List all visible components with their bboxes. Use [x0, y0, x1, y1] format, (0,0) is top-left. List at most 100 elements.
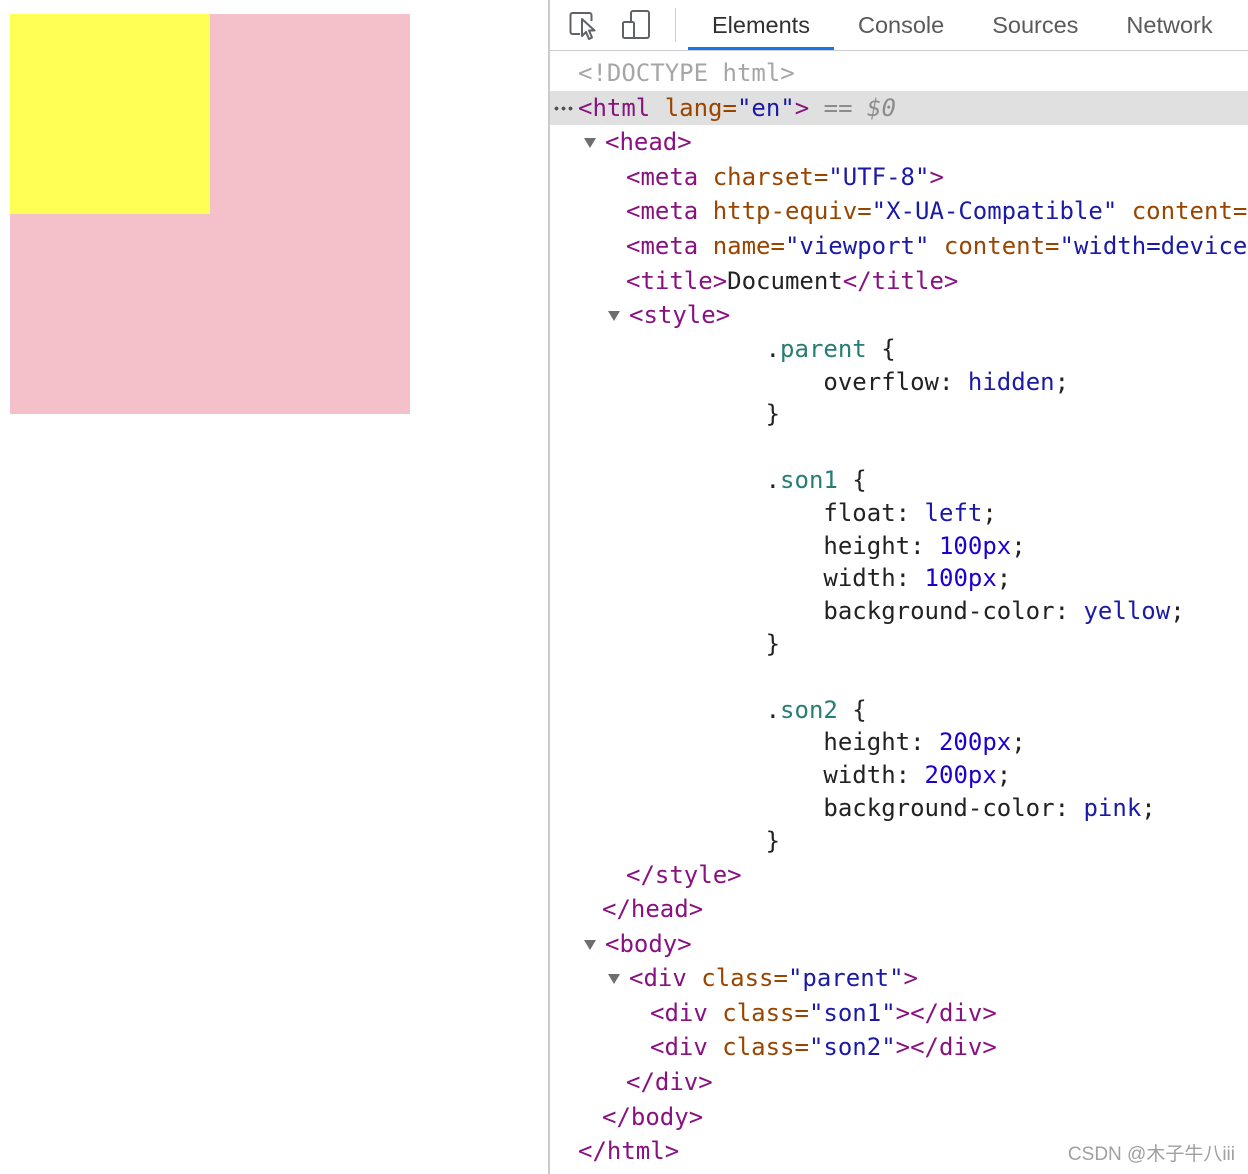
- tag-token: <meta: [626, 162, 699, 191]
- attribute-name-token: class=: [686, 964, 788, 993]
- css-text-token: {: [837, 695, 867, 724]
- dom-node-row[interactable]: <div class="parent">: [550, 961, 1248, 996]
- css-text-token: width:: [823, 761, 925, 790]
- style-text-line[interactable]: float: left;: [550, 497, 1248, 530]
- style-text-line[interactable]: }: [550, 825, 1248, 858]
- style-text-line[interactable]: overflow: hidden;: [550, 366, 1248, 399]
- css-text-token: ;: [1011, 531, 1026, 560]
- style-text-line[interactable]: }: [550, 398, 1248, 431]
- css-line: }: [766, 630, 780, 658]
- tag-token: </head>: [602, 895, 704, 924]
- style-text-line[interactable]: .parent {: [550, 333, 1248, 366]
- text-node-token: Document: [727, 266, 843, 295]
- tag-token: <body>: [605, 929, 692, 958]
- page-preview: [0, 0, 548, 1174]
- css-text-token: }: [765, 629, 781, 658]
- doctype-token: <!DOCTYPE html>: [578, 59, 795, 87]
- style-text-line[interactable]: [550, 661, 1248, 694]
- attribute-name-token: content=: [929, 231, 1060, 260]
- css-text-token: ;: [1054, 367, 1070, 396]
- tab-console[interactable]: Console: [834, 0, 968, 50]
- tag-token: </div>: [626, 1068, 713, 1097]
- tab-network[interactable]: Network: [1102, 0, 1236, 50]
- dom-close-tag-row[interactable]: </style>: [550, 858, 1248, 893]
- style-text-line[interactable]: background-color: pink;: [550, 792, 1248, 825]
- toolbar-divider: [675, 8, 676, 42]
- style-text-line[interactable]: height: 200px;: [550, 726, 1248, 759]
- expand-triangle-icon[interactable]: [584, 138, 596, 149]
- dom-close-tag-row[interactable]: </body>: [550, 1100, 1248, 1135]
- css-text-token: .: [765, 334, 781, 363]
- css-line: float: left;: [823, 499, 996, 527]
- style-text-line[interactable]: background-color: yellow;: [550, 595, 1248, 628]
- elements-dom-tree: <!DOCTYPE html> <html lang="en"> == $0 <he…: [550, 51, 1248, 1169]
- watermark: CSDN @木子牛八iii: [1067, 1144, 1235, 1165]
- tag-token: ></div>: [895, 1033, 997, 1062]
- css-line: height: 100px;: [823, 532, 1025, 560]
- attribute-name-token: http-equiv=: [698, 197, 872, 226]
- attribute-value-token: "width=device: [1059, 231, 1248, 260]
- tag-token: </body>: [602, 1102, 704, 1131]
- expand-triangle-icon[interactable]: [584, 939, 596, 950]
- css-text-token: height:: [823, 531, 939, 560]
- inspect-element-icon: [569, 12, 596, 40]
- console-reference-token: $0: [867, 93, 896, 122]
- more-actions-icon[interactable]: [554, 105, 575, 111]
- tag-token: <style>: [629, 301, 731, 330]
- css-text-token: background-color:: [823, 597, 1084, 626]
- tag-token: ></div>: [895, 998, 997, 1027]
- style-text-line[interactable]: .son2 {: [550, 694, 1248, 727]
- css-text-token: .: [765, 695, 781, 724]
- dom-close-tag-row[interactable]: </div>: [550, 1065, 1248, 1100]
- tag-token: <meta: [626, 231, 699, 260]
- attribute-value-token: "X-UA-Compatible": [871, 197, 1118, 226]
- css-line: }: [766, 827, 780, 855]
- tag-token: <html: [578, 93, 651, 122]
- selected-dom-node-row[interactable]: <html lang="en"> == $0: [550, 90, 1248, 126]
- expand-triangle-icon[interactable]: [608, 974, 620, 985]
- panel-tabs: Elements Console Sources Network: [688, 0, 1237, 50]
- dom-close-tag-row[interactable]: </head>: [550, 892, 1248, 927]
- style-text-line[interactable]: width: 200px;: [550, 759, 1248, 792]
- style-text-line[interactable]: width: 100px;: [550, 562, 1248, 595]
- dom-node-row[interactable]: <meta charset="UTF-8">: [550, 160, 1248, 195]
- style-text-line[interactable]: [550, 431, 1248, 464]
- css-text-token: background-color:: [823, 793, 1084, 822]
- dom-node-row[interactable]: <meta http-equiv="X-UA-Compatible" conte…: [550, 194, 1248, 229]
- dom-node-row[interactable]: <title>Document</title>: [550, 264, 1248, 299]
- attribute-name-token: content=: [1117, 197, 1248, 226]
- dom-node-row[interactable]: <meta name="viewport" content="width=dev…: [550, 229, 1248, 264]
- dom-node-row[interactable]: <!DOCTYPE html>: [550, 56, 1248, 91]
- css-text-token: {: [837, 465, 867, 494]
- tag-token: </title>: [842, 266, 959, 295]
- dom-node-row[interactable]: <div class="son1"></div>: [550, 996, 1248, 1031]
- attribute-value-token: "en": [736, 93, 795, 122]
- css-line: }: [766, 400, 780, 428]
- css-number-token: 200px: [924, 761, 997, 790]
- attribute-name-token: class=: [707, 1033, 809, 1062]
- dom-node-row[interactable]: <head>: [550, 125, 1248, 160]
- css-number-token: 200px: [938, 728, 1012, 757]
- dom-node-row[interactable]: <body>: [550, 927, 1248, 962]
- style-text-line[interactable]: .son1 {: [550, 464, 1248, 497]
- css-text-token: overflow:: [823, 367, 968, 396]
- expand-triangle-icon[interactable]: [608, 311, 620, 322]
- css-text-token: float:: [823, 498, 925, 527]
- css-selector-token: son1: [780, 465, 838, 494]
- dom-node-row[interactable]: <style>: [550, 298, 1248, 333]
- inspect-element-button[interactable]: [568, 9, 600, 41]
- css-text-token: height:: [823, 728, 939, 757]
- style-text-line[interactable]: }: [550, 628, 1248, 661]
- css-keyword-token: pink: [1083, 793, 1142, 822]
- css-line: .son2 {: [766, 696, 867, 724]
- css-text-token: .: [765, 465, 781, 494]
- style-text-line[interactable]: height: 100px;: [550, 530, 1248, 563]
- attribute-name-token: lang=: [650, 93, 737, 122]
- attribute-value-token: "son1": [808, 998, 896, 1027]
- css-number-token: 100px: [924, 564, 997, 593]
- tab-elements[interactable]: Elements: [688, 0, 834, 50]
- tab-sources[interactable]: Sources: [968, 0, 1102, 50]
- dom-node-row[interactable]: <div class="son2"></div>: [550, 1030, 1248, 1065]
- device-toolbar-button[interactable]: [620, 9, 652, 41]
- tag-token: >: [929, 162, 944, 191]
